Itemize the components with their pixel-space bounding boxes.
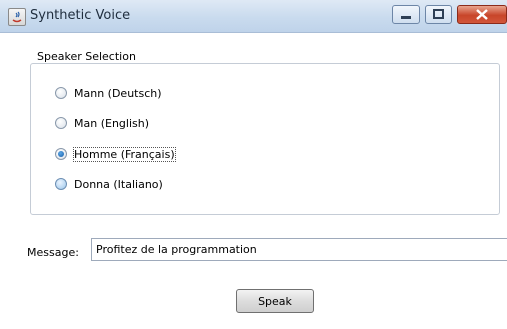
- radio-homme-francais[interactable]: Homme (Français): [55, 145, 176, 163]
- close-button[interactable]: [457, 5, 507, 24]
- radio-button-selected[interactable]: [55, 148, 67, 160]
- radio-label: Mann (Deutsch): [74, 86, 162, 100]
- radio-donna-italiano[interactable]: Donna (Italiano): [55, 175, 163, 193]
- maximize-button[interactable]: [425, 5, 452, 24]
- speak-button[interactable]: Speak: [236, 289, 314, 313]
- minimize-button[interactable]: [392, 5, 420, 24]
- radio-button[interactable]: [55, 117, 67, 129]
- minimize-icon: [401, 16, 411, 19]
- message-input[interactable]: [91, 238, 507, 261]
- title-bar[interactable]: Synthetic Voice: [0, 0, 507, 33]
- radio-button[interactable]: [55, 87, 67, 99]
- radio-button[interactable]: [55, 178, 67, 190]
- group-title: Speaker Selection: [34, 50, 139, 63]
- window-title: Synthetic Voice: [30, 8, 131, 23]
- radio-mann-deutsch[interactable]: Mann (Deutsch): [55, 84, 162, 102]
- radio-label: Donna (Italiano): [74, 177, 163, 191]
- java-app-icon: [8, 8, 26, 26]
- radio-label: Man (English): [74, 116, 150, 130]
- radio-label: Homme (Français): [73, 146, 176, 162]
- message-label: Message:: [27, 246, 79, 259]
- radio-man-english[interactable]: Man (English): [55, 114, 149, 132]
- maximize-icon: [433, 9, 444, 19]
- close-icon: [476, 9, 488, 20]
- synthetic-voice-window: Synthetic Voice Speaker Selection Mann (…: [0, 0, 507, 329]
